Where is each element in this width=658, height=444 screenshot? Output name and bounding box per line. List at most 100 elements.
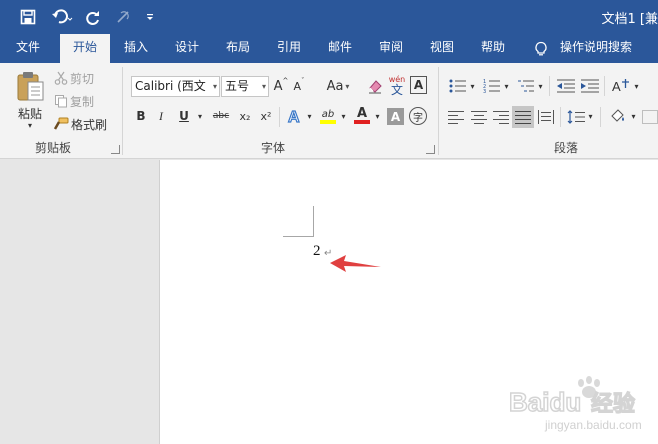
paragraph-group-label: 段落 [553,141,578,155]
margin-corner-mark [283,236,314,237]
grow-font-icon[interactable]: A ^ [273,77,289,95]
divider [604,76,605,96]
align-left-icon[interactable] [446,107,466,127]
group-divider [122,67,123,155]
multilevel-list-icon[interactable] [515,76,537,96]
copy-icon[interactable] [52,93,70,109]
paste-button[interactable]: 粘贴 [12,105,48,121]
align-right-icon[interactable] [491,107,511,127]
format-painter-button[interactable]: 格式刷 [71,116,111,132]
line-spacing-dropdown-icon[interactable]: ▾ [586,107,595,125]
format-painter-icon[interactable] [52,116,70,132]
ribbon-tabs: 文件 开始 插入 设计 布局 引用 邮件 审阅 视图 帮助 操作说明搜索 [0,34,658,63]
undo-icon[interactable] [48,7,76,27]
numbering-dropdown-icon[interactable]: ▾ [502,77,511,95]
divider [279,107,280,127]
document-title: 文档1 [兼 [601,12,658,27]
baidu-watermark: Baidu 经验 jingyan.baidu.com [508,376,642,432]
clear-formatting-icon[interactable] [366,76,384,96]
watermark-url: jingyan.baidu.com [544,418,642,432]
tab-file[interactable]: 文件 [6,34,50,63]
highlight-dropdown-icon[interactable]: ▾ [339,107,348,125]
strikethrough-button[interactable]: abc [210,107,232,125]
svg-text:3: 3 [483,89,486,93]
divider [549,76,550,96]
tab-insert[interactable]: 插入 [114,34,158,63]
margin-corner-mark [313,206,314,237]
svg-text:A: A [288,109,300,124]
clipboard-launcher-icon[interactable] [111,145,120,154]
tell-me-search[interactable]: 操作说明搜索 [556,34,636,63]
distributed-icon[interactable] [536,107,556,127]
align-center-icon[interactable] [469,107,489,127]
bullets-icon[interactable] [447,76,469,96]
font-color-dropdown-icon[interactable]: ▾ [373,107,382,125]
tab-help[interactable]: 帮助 [471,34,515,63]
tab-mailings[interactable]: 邮件 [318,34,362,63]
font-launcher-icon[interactable] [426,145,435,154]
cut-button[interactable]: 剪切 [70,70,100,86]
customize-toolbar-icon[interactable] [142,7,158,27]
tab-references[interactable]: 引用 [267,34,311,63]
underline-dropdown-icon[interactable]: ▾ [195,107,205,125]
divider [560,107,561,127]
annotation-arrow-icon [330,255,381,272]
underline-button[interactable]: U [176,107,192,125]
group-divider [438,67,439,155]
tab-view[interactable]: 视图 [420,34,464,63]
chinese-layout-icon[interactable]: A [610,76,632,96]
copy-button[interactable]: 复制 [70,93,100,109]
paste-dropdown-icon[interactable]: ▾ [25,120,35,130]
font-size-value: 五号 [225,79,250,93]
numbering-icon[interactable]: 123 [481,76,503,96]
chinese-layout-dropdown-icon[interactable]: ▾ [632,77,641,95]
line-spacing-icon[interactable] [566,107,586,127]
lightbulb-icon [533,41,549,57]
subscript-button[interactable]: x₂ [235,107,255,125]
shading-dropdown-icon[interactable]: ▾ [629,107,638,125]
shrink-font-icon[interactable]: Aˇ [291,77,307,95]
bullets-dropdown-icon[interactable]: ▾ [468,77,477,95]
divider [600,107,601,127]
tab-review[interactable]: 审阅 [369,34,413,63]
clipboard-group-label: 剪贴板 [34,141,71,155]
shading-icon[interactable] [607,106,629,126]
italic-button[interactable]: I [153,107,169,125]
save-icon[interactable] [17,7,39,27]
justify-icon[interactable] [512,106,534,128]
character-border-button[interactable]: A [410,76,427,94]
multilevel-dropdown-icon[interactable]: ▾ [536,77,545,95]
increase-indent-icon[interactable] [579,76,601,96]
svg-text:A: A [612,79,621,94]
chevron-down-icon[interactable]: ▾ [262,77,266,96]
decrease-indent-icon[interactable] [555,76,577,96]
enclose-characters-button[interactable]: 字 [409,107,427,125]
font-name-combo[interactable]: Calibri (西文 ▾ [131,76,220,97]
text-effects-icon[interactable]: A [286,106,304,126]
phonetic-guide-button[interactable]: wén 文 [387,73,407,97]
font-color-button[interactable]: A [352,106,372,126]
superscript-button[interactable]: x² [256,107,276,125]
ribbon: 粘贴 ▾ 剪切 复制 格式刷 剪贴板 Calibri (西文 ▾ 五号 ▾ A ^… [0,63,658,159]
watermark-brand: Baidu [509,387,581,417]
document-text[interactable]: 2 [313,243,321,260]
font-group-label: 字体 [260,141,285,155]
touch-mode-icon[interactable] [112,7,134,27]
tab-layout[interactable]: 布局 [216,34,260,63]
character-shading-button[interactable]: A [387,108,404,125]
highlight-button[interactable]: ab [318,106,338,126]
chevron-down-icon[interactable]: ▾ [213,77,217,96]
watermark-brand-cn: 经验 [591,391,635,417]
tab-design[interactable]: 设计 [165,34,209,63]
cut-icon[interactable] [52,70,70,86]
bold-button[interactable]: B [133,107,149,125]
paste-icon[interactable] [14,69,46,103]
font-size-combo[interactable]: 五号 ▾ [221,76,269,97]
title-bar: 文档1 [兼 [0,0,658,34]
borders-icon[interactable] [642,107,658,127]
redo-icon[interactable] [82,7,104,27]
tab-home[interactable]: 开始 [60,34,110,63]
text-effects-dropdown-icon[interactable]: ▾ [305,107,314,125]
font-name-value: Calibri (西文 [135,79,206,93]
change-case-button[interactable]: Aa ▾ [323,77,353,95]
